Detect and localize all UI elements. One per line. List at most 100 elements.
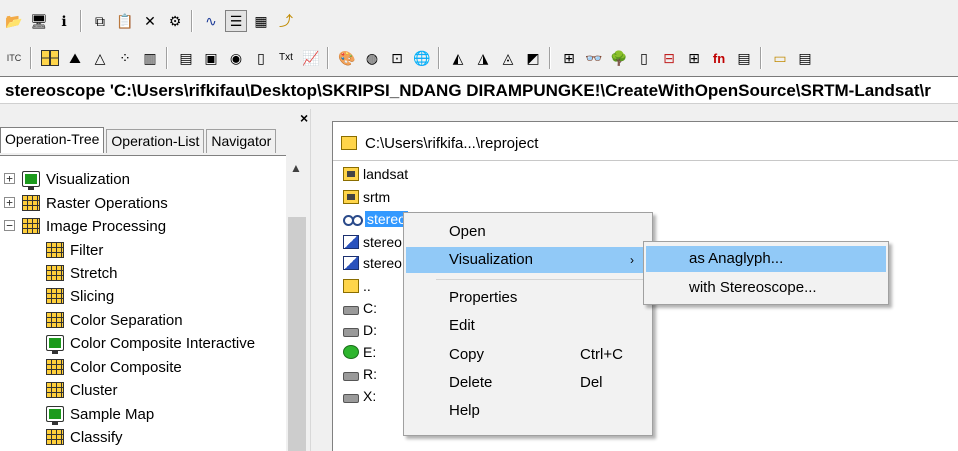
toolbar-separator bbox=[327, 47, 329, 69]
tree-item[interactable]: + Raster Operations bbox=[4, 193, 168, 213]
panel-splitter[interactable] bbox=[310, 109, 324, 451]
object-collection-icon[interactable]: ▣ bbox=[200, 47, 222, 69]
catalog-item-label: stereo bbox=[365, 211, 408, 227]
catalog-item[interactable]: stereo bbox=[343, 253, 402, 273]
menu-item-edit[interactable]: Edit bbox=[406, 313, 650, 339]
drive-icon bbox=[343, 371, 359, 381]
map-list-icon[interactable]: ▤ bbox=[175, 47, 197, 69]
catalog-item[interactable]: X: bbox=[343, 386, 376, 406]
catalog-item-label: C: bbox=[363, 300, 377, 316]
map-view-icon[interactable]: ◉ bbox=[225, 47, 247, 69]
menu-item-help[interactable]: Help bbox=[406, 398, 650, 424]
catalog-item[interactable]: srtm bbox=[343, 187, 390, 207]
menu-item-delete[interactable]: Delete Del bbox=[406, 370, 650, 396]
submenu-item[interactable]: as Anaglyph... bbox=[646, 246, 886, 272]
properties-icon[interactable]: ℹ bbox=[53, 10, 75, 32]
dem-icon[interactable]: ◭ bbox=[447, 47, 469, 69]
menu-item-label: Help bbox=[449, 402, 480, 419]
domain-icon[interactable]: ⊡ bbox=[386, 47, 408, 69]
catalog-item[interactable]: D: bbox=[343, 320, 377, 340]
matrix-icon[interactable]: ⊞ bbox=[683, 47, 705, 69]
tree-icon[interactable]: 🌳 bbox=[608, 47, 630, 69]
wave-icon[interactable]: ∿ bbox=[200, 10, 222, 32]
delete-icon[interactable]: ✕ bbox=[139, 10, 161, 32]
tree-item[interactable]: Color Composite bbox=[46, 357, 182, 377]
tree-item[interactable]: Cluster bbox=[46, 380, 118, 400]
submenu-item[interactable]: with Stereoscope... bbox=[646, 275, 886, 301]
details-view-icon[interactable]: ▦ bbox=[250, 10, 272, 32]
tree-item[interactable]: − Image Processing bbox=[4, 216, 166, 236]
sample-set-icon[interactable]: ⊞ bbox=[558, 47, 580, 69]
ortho-icon[interactable]: ◮ bbox=[472, 47, 494, 69]
toolbar-separator bbox=[191, 10, 193, 32]
close-icon[interactable]: × bbox=[300, 110, 308, 126]
stereo-pair-icon[interactable]: ◬ bbox=[497, 47, 519, 69]
stereoscope-icon[interactable]: 👓 bbox=[583, 47, 605, 69]
catalog-item[interactable]: R: bbox=[343, 364, 377, 384]
tree-item[interactable]: Filter bbox=[46, 240, 103, 260]
tree-item[interactable]: Classify bbox=[46, 427, 123, 447]
catalog-item-label: E: bbox=[363, 344, 377, 360]
menu-item-visualization[interactable]: Visualization › bbox=[406, 247, 650, 273]
drive-icon bbox=[343, 327, 359, 337]
filter-icon[interactable]: ⊟ bbox=[658, 47, 680, 69]
palette-icon[interactable]: ◍ bbox=[361, 47, 383, 69]
catalog-item[interactable]: C: bbox=[343, 298, 377, 318]
folder-icon[interactable]: ▭ bbox=[769, 47, 791, 69]
representation-icon[interactable]: 🎨 bbox=[336, 47, 358, 69]
catalog-item[interactable]: landsat bbox=[343, 164, 408, 184]
tab-operation-tree[interactable]: Operation-Tree bbox=[0, 127, 105, 153]
tab-operation-list[interactable]: Operation-List bbox=[106, 129, 205, 153]
tree-item[interactable]: Stretch bbox=[46, 263, 118, 283]
toolbar-separator bbox=[80, 10, 82, 32]
paste-icon[interactable]: 📋 bbox=[114, 10, 136, 32]
toolbar-separator bbox=[438, 47, 440, 69]
list-view-icon[interactable]: ☰ bbox=[225, 10, 247, 32]
graph-icon[interactable]: 📈 bbox=[300, 47, 322, 69]
catalog-item[interactable]: E: bbox=[343, 342, 376, 362]
tree-item[interactable]: Slicing bbox=[46, 286, 114, 306]
tree-scrollbar[interactable]: ▲ bbox=[286, 155, 308, 451]
raster-icon bbox=[22, 195, 40, 211]
menu-item-properties[interactable]: Properties bbox=[406, 285, 650, 311]
menu-item-open[interactable]: Open bbox=[406, 219, 650, 245]
raster-icon bbox=[46, 359, 64, 375]
tree-item[interactable]: Sample Map bbox=[46, 404, 154, 425]
itc-logo-icon[interactable]: ITC bbox=[3, 47, 25, 69]
context-menu: Open Visualization › Properties Edit Copy Ctrl… bbox=[403, 212, 653, 436]
tree-expander-icon[interactable]: + bbox=[4, 173, 15, 184]
scroll-thumb[interactable] bbox=[288, 217, 306, 451]
tab-navigator[interactable]: Navigator bbox=[206, 129, 277, 153]
scroll-up-icon[interactable]: ▲ bbox=[290, 161, 302, 175]
table-icon[interactable]: ▥ bbox=[139, 47, 161, 69]
catalog-item[interactable]: .. bbox=[343, 276, 371, 296]
script-icon[interactable]: ▤ bbox=[733, 47, 755, 69]
tree-item[interactable]: Color Separation bbox=[46, 310, 183, 330]
toolbar-separator bbox=[549, 47, 551, 69]
open-icon[interactable]: 📂 bbox=[3, 10, 25, 32]
copy-icon[interactable]: ⧉ bbox=[89, 10, 111, 32]
menu-item-label: with Stereoscope... bbox=[689, 279, 817, 296]
point-map-icon[interactable]: ⁘ bbox=[114, 47, 136, 69]
edit-props-icon[interactable]: ⚙ bbox=[164, 10, 186, 32]
annotation-text-icon[interactable]: Txt bbox=[275, 47, 297, 69]
polygon-map-icon[interactable]: ⛰ bbox=[64, 47, 86, 69]
tree-item[interactable]: + Visualization bbox=[4, 169, 130, 190]
catalog-item[interactable]: stereo bbox=[343, 232, 402, 252]
function-icon[interactable]: fn bbox=[708, 47, 730, 69]
menu-item-copy[interactable]: Copy Ctrl+C bbox=[406, 342, 650, 368]
command-line[interactable]: stereoscope 'C:\Users\rifkifau\Desktop\S… bbox=[0, 76, 958, 104]
document-icon[interactable]: ▯ bbox=[633, 47, 655, 69]
image-icon[interactable]: ◩ bbox=[522, 47, 544, 69]
up-folder-icon[interactable]: ⤴ bbox=[275, 10, 297, 32]
catalog-item[interactable]: stereo bbox=[343, 209, 408, 229]
tree-expander-icon[interactable]: + bbox=[4, 197, 15, 208]
catalog-icon[interactable]: ▤ bbox=[794, 47, 816, 69]
georef-icon[interactable]: 🌐 bbox=[411, 47, 433, 69]
raster-map-icon[interactable] bbox=[39, 47, 61, 69]
layout-icon[interactable]: ▯ bbox=[250, 47, 272, 69]
tree-item[interactable]: Color Composite Interactive bbox=[46, 333, 255, 354]
segment-map-icon[interactable]: △ bbox=[89, 47, 111, 69]
tree-expander-icon[interactable]: − bbox=[4, 220, 15, 231]
display-icon[interactable]: 🖥 bbox=[28, 10, 50, 32]
